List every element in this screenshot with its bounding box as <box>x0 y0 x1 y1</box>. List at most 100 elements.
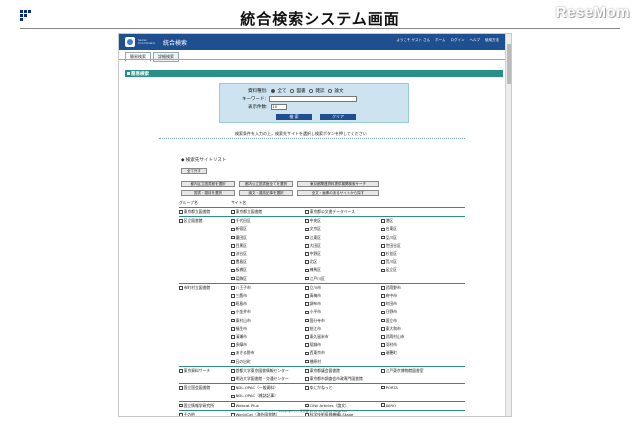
site-checkbox[interactable] <box>381 268 385 273</box>
site-checkbox[interactable] <box>381 343 385 347</box>
clear-button[interactable]: クリア <box>320 114 356 120</box>
site-item[interactable]: 江戸東京博物館図書室 <box>381 368 424 374</box>
site-item[interactable]: あきる野市 <box>231 350 255 356</box>
site-checkbox[interactable] <box>381 327 385 331</box>
usage-link[interactable]: 使用方法 <box>485 38 499 43</box>
site-item[interactable]: Webcat Plus <box>231 403 259 408</box>
site-checkbox[interactable] <box>381 385 385 390</box>
site-checkbox[interactable] <box>231 327 235 331</box>
site-item[interactable]: 荒川区 <box>381 259 397 265</box>
site-checkbox[interactable] <box>231 276 235 281</box>
site-checkbox[interactable] <box>381 260 385 264</box>
group-checkbox[interactable] <box>179 210 183 214</box>
site-checkbox[interactable] <box>381 335 385 339</box>
radio-books[interactable] <box>289 89 294 93</box>
tab-advanced-search[interactable]: 詳細検索 <box>153 52 179 62</box>
site-item[interactable]: 清瀬市 <box>231 334 247 340</box>
site-item[interactable]: 日野市 <box>381 309 397 315</box>
site-checkbox[interactable] <box>381 235 385 240</box>
site-item[interactable]: 千代田区 <box>231 218 251 224</box>
site-checkbox[interactable] <box>231 413 235 416</box>
site-checkbox[interactable] <box>231 268 235 273</box>
group-checkbox[interactable] <box>179 369 183 373</box>
group-checkbox[interactable] <box>179 286 183 290</box>
site-item[interactable]: 江東区 <box>305 235 321 241</box>
site-checkbox[interactable] <box>231 252 235 256</box>
site-item[interactable]: 日の出町 <box>231 359 251 365</box>
site-checkbox[interactable] <box>231 343 235 347</box>
site-checkbox[interactable] <box>381 369 385 373</box>
site-item[interactable]: 青梅市 <box>305 293 321 299</box>
site-item[interactable]: 羽村市 <box>381 342 397 348</box>
site-checkbox[interactable] <box>305 369 309 373</box>
site-item[interactable]: 中野区 <box>305 251 321 257</box>
keyword-input[interactable] <box>269 96 358 102</box>
radio-papers[interactable] <box>327 89 332 93</box>
site-checkbox[interactable] <box>381 227 385 232</box>
site-checkbox[interactable] <box>231 403 235 407</box>
site-item[interactable]: 東大和市 <box>381 326 401 332</box>
site-checkbox[interactable] <box>305 386 309 390</box>
site-checkbox[interactable] <box>381 294 385 298</box>
group-label[interactable]: 市町村立図書館 <box>179 285 229 291</box>
site-item[interactable]: 目黒区 <box>231 243 247 249</box>
site-checkbox[interactable] <box>381 286 385 290</box>
site-checkbox[interactable] <box>231 394 235 399</box>
site-checkbox[interactable] <box>305 243 309 248</box>
site-item[interactable]: 大田区 <box>305 243 321 249</box>
site-item[interactable]: 稲城市 <box>305 342 321 348</box>
select-books-button[interactable]: 図書・雑誌を選択 <box>181 190 235 196</box>
site-checkbox[interactable] <box>381 403 385 407</box>
site-item[interactable]: 明治大学図書館・交通センター <box>231 376 289 382</box>
site-item[interactable]: JAIRO <box>381 403 396 408</box>
radio-magazines[interactable] <box>308 89 313 93</box>
site-checkbox[interactable] <box>231 235 235 240</box>
radio-all[interactable] <box>270 89 275 93</box>
site-item[interactable]: 東久留米市 <box>305 334 329 340</box>
help-link[interactable]: ヘルプ <box>470 38 481 43</box>
select-all-public-button[interactable]: 都内公立図書館全てを選択 <box>239 181 293 187</box>
group-checkbox[interactable] <box>179 386 183 390</box>
site-checkbox[interactable] <box>305 351 309 356</box>
site-item[interactable]: 小金井市 <box>231 309 251 315</box>
site-item[interactable]: 東京都公文書データベース <box>305 209 355 215</box>
site-item[interactable]: 江戸川区 <box>305 276 325 282</box>
site-item[interactable]: PORTA <box>381 385 398 390</box>
site-item[interactable]: 葛飾区 <box>231 276 247 282</box>
site-item[interactable]: 町田市 <box>381 301 397 307</box>
site-item[interactable]: 多摩市 <box>231 342 247 348</box>
site-checkbox[interactable] <box>231 260 235 264</box>
scroll-thumb[interactable] <box>507 44 511 84</box>
site-checkbox[interactable] <box>381 310 385 315</box>
site-checkbox[interactable] <box>305 252 309 256</box>
site-checkbox[interactable] <box>305 335 309 339</box>
site-item[interactable]: 新宿区 <box>231 226 247 232</box>
site-item[interactable]: 調布市 <box>305 301 321 307</box>
site-checkbox[interactable] <box>305 318 309 323</box>
home-link[interactable]: ホーム <box>435 38 445 43</box>
site-item[interactable]: 西東京市 <box>305 350 325 356</box>
group-label[interactable]: 東京都立図書館 <box>179 209 229 215</box>
group-label[interactable]: 区立図書館 <box>179 218 229 224</box>
site-item[interactable]: 足立区 <box>381 267 397 273</box>
site-item[interactable]: 文京区 <box>305 226 321 232</box>
site-item[interactable]: 品川区 <box>381 235 397 241</box>
site-item[interactable]: 港区 <box>381 218 393 224</box>
site-item[interactable]: 福生市 <box>231 326 247 332</box>
site-checkbox[interactable] <box>305 210 309 214</box>
site-item[interactable]: 国立市 <box>381 318 397 324</box>
site-item[interactable]: ゆにかねっと <box>305 385 332 391</box>
site-checkbox[interactable] <box>231 294 235 298</box>
site-item[interactable]: 墨田区 <box>231 235 247 241</box>
site-item[interactable]: 瑞穂町 <box>381 350 397 356</box>
site-checkbox[interactable] <box>231 219 235 223</box>
count-select[interactable]: 10 <box>270 104 287 110</box>
site-checkbox[interactable] <box>305 359 309 364</box>
group-checkbox[interactable] <box>179 403 183 408</box>
site-item[interactable]: 東京都議会図書館 <box>305 368 340 374</box>
site-checkbox[interactable] <box>305 294 309 298</box>
site-item[interactable]: 首都大学東京図書情報センター <box>231 368 289 374</box>
site-checkbox[interactable] <box>381 243 385 248</box>
site-item[interactable]: 武蔵村山市 <box>381 334 405 340</box>
site-checkbox[interactable] <box>305 377 309 381</box>
